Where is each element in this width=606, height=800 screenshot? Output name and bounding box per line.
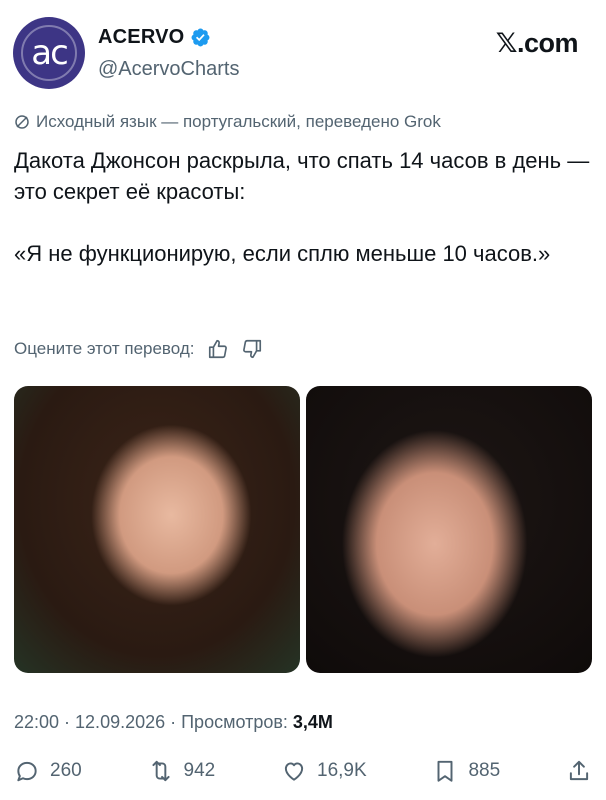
repost-button[interactable]: 942 bbox=[148, 758, 216, 784]
bookmark-count: 885 bbox=[468, 760, 501, 781]
post-time: 22:00 · 12.09.2026 · Просмотров: bbox=[14, 712, 293, 732]
reply-count: 260 bbox=[50, 760, 82, 781]
like-button[interactable]: 16,9K bbox=[281, 758, 367, 784]
thumbs-down-icon[interactable] bbox=[241, 338, 263, 360]
action-bar: 260 942 16,9K 885 bbox=[14, 758, 592, 784]
avatar[interactable]: ac bbox=[13, 17, 85, 89]
author-handle[interactable]: @AcervoCharts bbox=[98, 58, 239, 81]
like-count: 16,9K bbox=[317, 760, 367, 781]
heart-icon bbox=[284, 762, 304, 781]
bookmark-button[interactable]: 885 bbox=[432, 758, 500, 784]
photo-left[interactable] bbox=[14, 386, 300, 673]
author-name[interactable]: ACERVO bbox=[98, 26, 184, 49]
post-text-line1: Дакота Джонсон раскрыла, что спать 14 ча… bbox=[14, 148, 590, 204]
share-icon bbox=[569, 760, 589, 781]
reply-icon bbox=[17, 761, 37, 782]
author-name-row[interactable]: ACERVO bbox=[98, 26, 211, 49]
translation-note[interactable]: Исходный язык — португальский, переведен… bbox=[14, 112, 441, 132]
views-count: 3,4M bbox=[292, 712, 333, 732]
bookmark-icon bbox=[437, 760, 453, 782]
share-button[interactable] bbox=[566, 758, 592, 784]
avatar-ring bbox=[21, 25, 77, 81]
post-meta: 22:00 · 12.09.2026 · Просмотров: 3,4M bbox=[14, 712, 333, 733]
rate-translation: Оцените этот перевод: bbox=[14, 338, 263, 360]
repost-icon bbox=[151, 760, 170, 782]
translation-note-text: Исходный язык — португальский, переведен… bbox=[36, 112, 441, 131]
thumbs-up-icon[interactable] bbox=[207, 338, 229, 360]
repost-count: 942 bbox=[183, 760, 216, 781]
brand-logo: 𝕏.com bbox=[495, 28, 579, 58]
post-text-quote: «Я не функционирую, если сплю меньше 10 … bbox=[14, 241, 551, 266]
post-text: Дакота Джонсон раскрыла, что спать 14 ча… bbox=[14, 145, 594, 269]
rate-translation-label: Оцените этот перевод: bbox=[14, 339, 195, 358]
verified-badge-icon bbox=[191, 28, 210, 47]
translate-icon bbox=[15, 115, 29, 129]
photo-right[interactable] bbox=[306, 386, 592, 673]
reply-button[interactable]: 260 bbox=[14, 758, 82, 784]
